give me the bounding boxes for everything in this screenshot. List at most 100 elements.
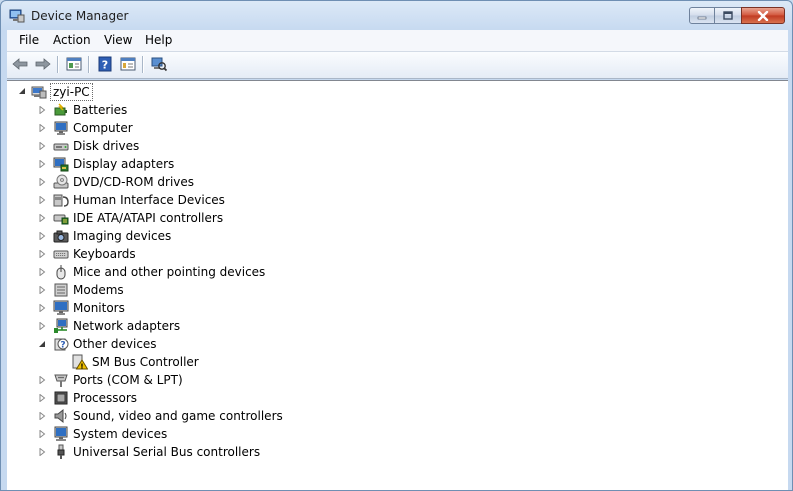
help-button[interactable]: ?: [96, 55, 114, 73]
expand-toggle[interactable]: [37, 393, 46, 402]
toolbar-separator: [142, 56, 144, 73]
properties-button[interactable]: [119, 55, 137, 73]
expand-toggle[interactable]: [37, 447, 46, 456]
maximize-icon: [723, 11, 733, 20]
scan-hardware-changes-button[interactable]: [150, 55, 168, 73]
minimize-icon: [697, 16, 707, 19]
forward-arrow-icon: [35, 58, 51, 70]
tree-item-display-adapters[interactable]: Display adapters: [73, 156, 174, 172]
usb-connector-icon: [57, 444, 65, 459]
expand-toggle[interactable]: [37, 195, 46, 204]
collapsed-triangle-icon: [39, 105, 45, 114]
collapsed-triangle-icon: [39, 231, 45, 240]
menu-action[interactable]: Action: [53, 33, 91, 47]
toolbar: ?: [7, 52, 788, 79]
collapsed-triangle-icon: [39, 177, 45, 186]
expand-toggle[interactable]: [37, 231, 46, 240]
tree-item-sound-video-and-game-controllers[interactable]: Sound, video and game controllers: [73, 408, 283, 424]
monitor-icon: [53, 300, 69, 315]
tree-item-human-interface-devices[interactable]: Human Interface Devices: [73, 192, 225, 208]
camera-icon: [53, 230, 69, 243]
tree-item-sm-bus-controller[interactable]: SM Bus Controller: [92, 354, 199, 370]
tree-item-modems[interactable]: Modems: [73, 282, 124, 298]
collapsed-triangle-icon: [39, 321, 45, 330]
collapsed-triangle-icon: [39, 123, 45, 132]
device-tree: zyi-PC Batteries Computer Disk drives Di…: [7, 80, 788, 490]
disk-drive-icon: [53, 143, 69, 151]
computer-icon: [54, 121, 68, 135]
menu-bar: File Action View Help: [7, 30, 788, 52]
collapse-toggle[interactable]: [17, 86, 26, 95]
back-button[interactable]: [11, 55, 29, 73]
expand-toggle[interactable]: [37, 123, 46, 132]
speaker-icon: [54, 408, 67, 424]
collapsed-triangle-icon: [39, 213, 45, 222]
title-bar[interactable]: Device Manager: [1, 1, 792, 31]
tree-item-other-devices[interactable]: Other devices: [73, 336, 157, 352]
tree-item-monitors[interactable]: Monitors: [73, 300, 125, 316]
collapsed-triangle-icon: [39, 375, 45, 384]
expand-toggle[interactable]: [37, 105, 46, 114]
expanded-triangle-icon: [38, 340, 45, 347]
tree-item-dvd-cd-rom-drives[interactable]: DVD/CD-ROM drives: [73, 174, 194, 190]
mouse-icon: [56, 264, 66, 280]
system-devices-icon: [54, 426, 68, 441]
tree-item-system-devices[interactable]: System devices: [73, 426, 167, 442]
expand-toggle[interactable]: [37, 141, 46, 150]
tree-item-processors[interactable]: Processors: [73, 390, 137, 406]
tree-item-batteries[interactable]: Batteries: [73, 102, 127, 118]
tree-root-computer-name[interactable]: zyi-PC: [50, 83, 93, 101]
tree-item-mice-and-other-pointing-devices[interactable]: Mice and other pointing devices: [73, 264, 265, 280]
menu-help[interactable]: Help: [145, 33, 172, 47]
tree-item-universal-serial-bus-controllers[interactable]: Universal Serial Bus controllers: [73, 444, 260, 460]
tree-item-keyboards[interactable]: Keyboards: [73, 246, 136, 262]
other-devices-icon: ?: [54, 338, 69, 351]
properties-icon: [120, 57, 136, 71]
collapsed-triangle-icon: [39, 303, 45, 312]
expand-toggle[interactable]: [37, 249, 46, 258]
expand-toggle[interactable]: [37, 375, 46, 384]
close-button[interactable]: [741, 7, 785, 24]
forward-button[interactable]: [34, 55, 52, 73]
maximize-button[interactable]: [715, 7, 741, 24]
expand-toggle[interactable]: [37, 303, 46, 312]
toolbar-separator: [88, 56, 90, 73]
tree-item-network-adapters[interactable]: Network adapters: [73, 318, 180, 334]
collapsed-triangle-icon: [39, 267, 45, 276]
back-arrow-icon: [12, 58, 28, 70]
expanded-triangle-icon: [18, 87, 25, 94]
menu-view[interactable]: View: [104, 33, 132, 47]
battery-icon: [54, 103, 67, 116]
tree-item-computer[interactable]: Computer: [73, 120, 133, 136]
expand-toggle[interactable]: [37, 429, 46, 438]
expand-toggle[interactable]: [37, 159, 46, 168]
expand-toggle[interactable]: [37, 213, 46, 222]
dvd-drive-icon: [53, 174, 69, 189]
tree-item-ports-com-lpt[interactable]: Ports (COM & LPT): [73, 372, 183, 388]
console-tree-icon: [66, 57, 82, 71]
device-manager-window: Device Manager File Action View Help ? z…: [0, 0, 793, 491]
modem-icon: [54, 283, 68, 297]
menu-file[interactable]: File: [19, 33, 39, 47]
expand-toggle[interactable]: [37, 321, 46, 330]
tree-item-disk-drives[interactable]: Disk drives: [73, 138, 139, 154]
show-hide-console-tree-button[interactable]: [65, 55, 83, 73]
caption-buttons: [689, 7, 785, 26]
expand-toggle[interactable]: [37, 411, 46, 420]
collapsed-triangle-icon: [39, 195, 45, 204]
collapsed-triangle-icon: [39, 429, 45, 438]
collapsed-triangle-icon: [39, 411, 45, 420]
human-interface-device-icon: [53, 194, 69, 207]
collapsed-triangle-icon: [39, 447, 45, 456]
tree-item-imaging-devices[interactable]: Imaging devices: [73, 228, 171, 244]
expand-toggle[interactable]: [37, 285, 46, 294]
collapse-toggle[interactable]: [37, 339, 46, 348]
toolbar-separator: [57, 56, 59, 73]
computer-icon: [31, 86, 47, 99]
collapsed-triangle-icon: [39, 141, 45, 150]
minimize-button[interactable]: [689, 7, 715, 24]
device-manager-icon: [9, 9, 25, 23]
expand-toggle[interactable]: [37, 267, 46, 276]
expand-toggle[interactable]: [37, 177, 46, 186]
tree-item-ide-ata-atapi-controllers[interactable]: IDE ATA/ATAPI controllers: [73, 210, 223, 226]
